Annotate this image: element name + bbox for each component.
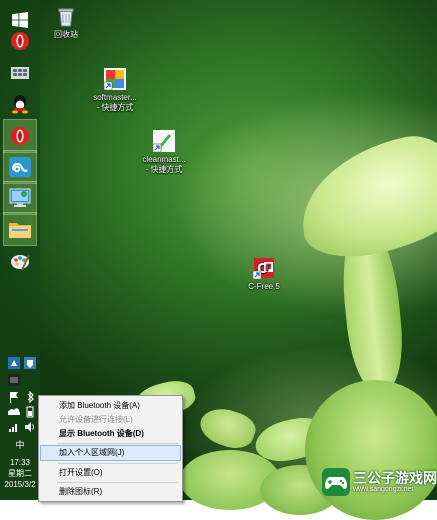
- flag-icon[interactable]: [8, 391, 20, 403]
- desktop-icon-label: - 快捷方式: [145, 165, 183, 174]
- recycle-bin-icon: [55, 5, 77, 27]
- tray-app-icon[interactable]: [8, 357, 20, 369]
- opera-icon[interactable]: [3, 119, 37, 153]
- menu-item-join-pan[interactable]: 加入个人区域网(J): [40, 445, 181, 461]
- desktop-icon-softmaster[interactable]: softmaster... - 快捷方式: [82, 68, 148, 113]
- clock-time: 17:33: [9, 458, 31, 467]
- site-watermark: 三公子游戏网 www.sangongzi.net: [322, 466, 437, 498]
- cleanmaster-shortcut-icon: [152, 130, 175, 153]
- watermark-title: 三公子游戏网: [353, 470, 437, 486]
- remote-desktop-icon[interactable]: [3, 181, 37, 215]
- file-explorer-icon[interactable]: [3, 212, 37, 246]
- desktop-icon-recycle-bin[interactable]: 回收站: [44, 5, 88, 40]
- link-app-icon[interactable]: [3, 150, 37, 184]
- desktop-icon-cleanmaster[interactable]: cleanmast... - 快捷方式: [132, 130, 196, 175]
- clock-date: 2015/3/2: [4, 480, 36, 489]
- onedrive-icon[interactable]: [7, 406, 21, 418]
- menu-item-allow-connection: 允许设备进行连接(L): [59, 415, 133, 424]
- menu-item-remove-icon[interactable]: 删除图标(R): [41, 485, 180, 499]
- battery-icon[interactable]: [24, 406, 36, 418]
- start-bar: 中 17:33 星期二 2015/3/2: [0, 0, 40, 500]
- menu-separator: [57, 443, 178, 444]
- menu-separator: [57, 482, 178, 483]
- menu-separator: [57, 463, 178, 464]
- small-leaf: [195, 401, 260, 455]
- opera-icon[interactable]: [4, 25, 36, 57]
- menu-item-add-bluetooth-device[interactable]: 添加 Bluetooth 设备(A): [41, 399, 180, 413]
- menu-item-show-bluetooth-devices[interactable]: 显示 Bluetooth 设备(D): [41, 427, 180, 441]
- desktop-icon-label: 回收站: [54, 30, 78, 39]
- paint-icon[interactable]: [4, 245, 36, 277]
- svg-text:F: F: [266, 264, 272, 274]
- qq-icon[interactable]: [4, 88, 36, 120]
- cfree-icon: CF: [252, 257, 275, 280]
- desktop-icon-label: C-Free 5: [248, 282, 280, 291]
- menu-item-open-settings[interactable]: 打开设置(O): [41, 466, 180, 480]
- gamepad-logo-icon: [322, 468, 350, 496]
- desktop-icon-label: softmaster...: [93, 93, 137, 102]
- clock-day: 星期二: [8, 469, 32, 478]
- network-icon[interactable]: [8, 421, 20, 433]
- app-grid-icon[interactable]: [4, 57, 36, 89]
- tray-app-icon[interactable]: [8, 374, 20, 386]
- tray-defender-icon[interactable]: [24, 357, 36, 369]
- desktop-icon-cfree[interactable]: CF C-Free 5: [236, 257, 292, 292]
- input-method-indicator[interactable]: 中: [14, 439, 26, 451]
- bluetooth-context-menu: 添加 Bluetooth 设备(A) 允许设备进行连接(L) 显示 Blueto…: [38, 395, 183, 502]
- softmaster-shortcut-icon: [103, 68, 126, 91]
- watermark-url: www.sangongzi.net: [353, 486, 414, 493]
- desktop-icon-label: - 快捷方式: [96, 103, 134, 112]
- volume-icon[interactable]: [24, 421, 36, 433]
- front-leaf: [305, 380, 437, 520]
- desktop-icon-label: cleanmast...: [142, 155, 186, 164]
- bluetooth-icon[interactable]: [24, 390, 36, 404]
- clock[interactable]: 17:33 星期二 2015/3/2: [0, 457, 40, 490]
- sprout-leaf: [288, 126, 437, 268]
